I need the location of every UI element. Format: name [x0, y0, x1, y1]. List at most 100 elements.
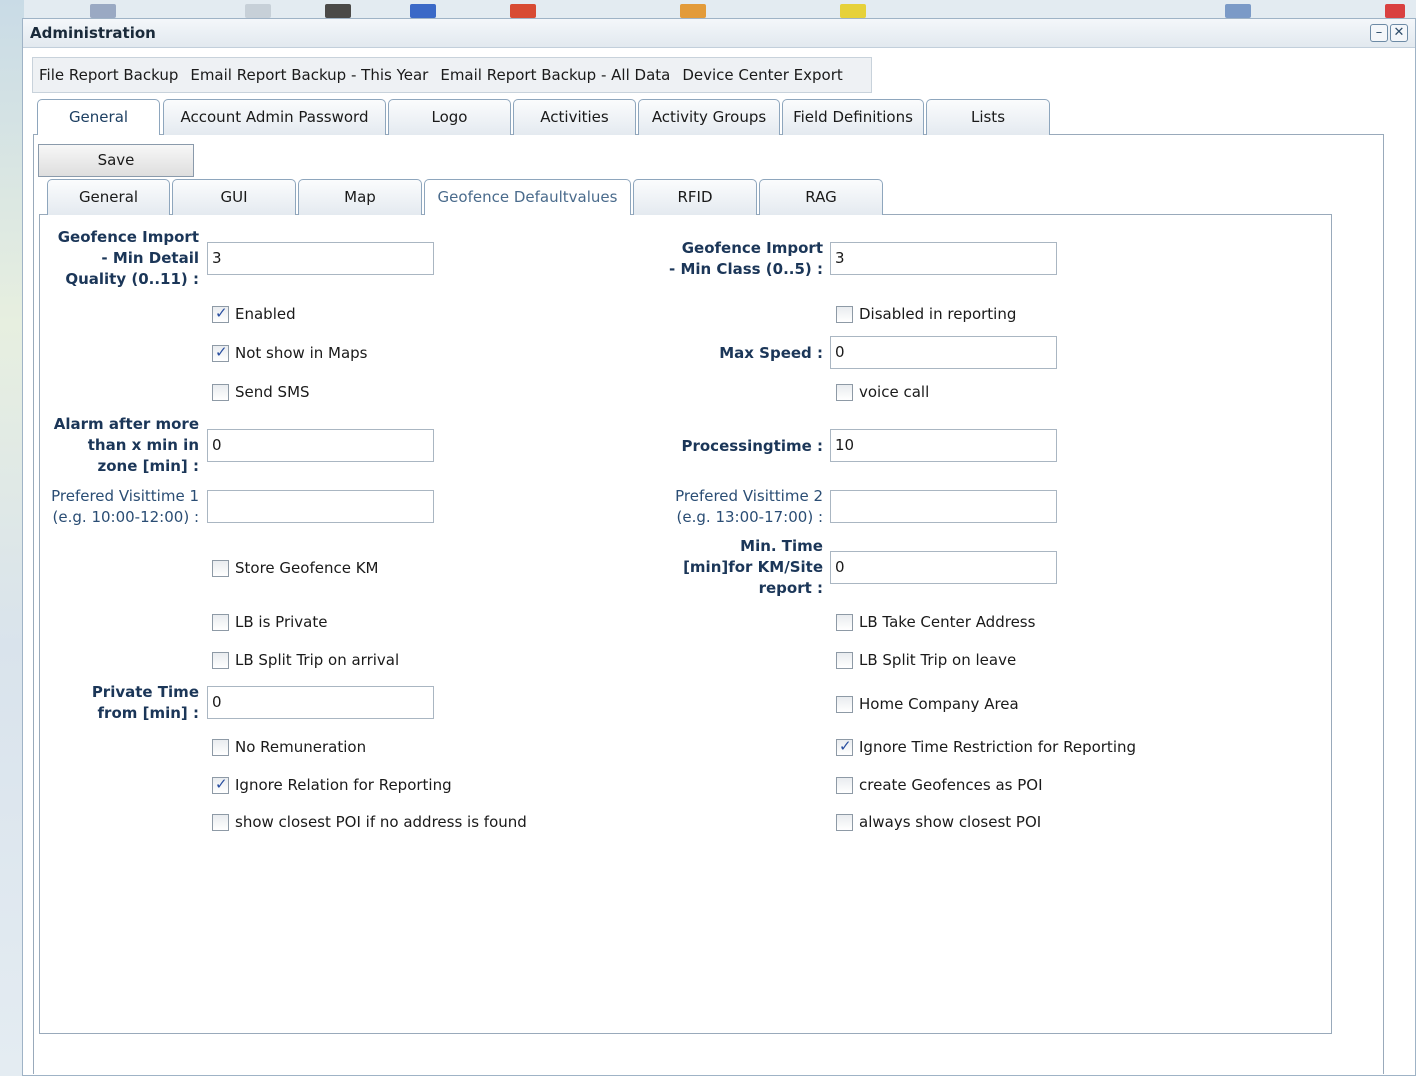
subtab-rag[interactable]: RAG	[759, 179, 883, 215]
administration-window: Administration – ✕ File Report Backup Em…	[22, 18, 1416, 1076]
send-sms-checkbox[interactable]: Send SMS	[212, 382, 310, 402]
desktop-icon	[410, 4, 436, 18]
lb-is-private-label: LB is Private	[235, 613, 328, 631]
send-sms-label: Send SMS	[235, 383, 310, 401]
min-class-label: Geofence Import - Min Class (0..5) :	[643, 238, 823, 280]
toolbar: File Report Backup Email Report Backup -…	[32, 57, 872, 93]
processingtime-input[interactable]: 10	[830, 429, 1057, 462]
enabled-checkbox[interactable]: Enabled	[212, 304, 296, 324]
lb-take-center-checkbox[interactable]: LB Take Center Address	[836, 612, 1035, 632]
visittime-1-input[interactable]	[207, 490, 434, 523]
no-remuneration-checkbox[interactable]: No Remuneration	[212, 737, 366, 757]
checkbox-icon[interactable]	[836, 383, 853, 401]
lb-split-leave-checkbox[interactable]: LB Split Trip on leave	[836, 650, 1016, 670]
min-detail-quality-input[interactable]: 3	[207, 242, 434, 275]
checkbox-icon[interactable]	[836, 695, 853, 713]
desktop-icon	[1385, 4, 1405, 18]
private-time-input[interactable]: 0	[207, 686, 434, 719]
checkbox-icon[interactable]	[212, 304, 229, 323]
store-geofence-km-label: Store Geofence KM	[235, 559, 379, 577]
tab-lists[interactable]: Lists	[926, 99, 1050, 135]
label-line: Geofence Import	[57, 228, 199, 246]
minimize-icon[interactable]: –	[1370, 24, 1388, 42]
ignore-time-restriction-checkbox[interactable]: Ignore Time Restriction for Reporting	[836, 737, 1136, 757]
alarm-after-input[interactable]: 0	[207, 429, 434, 462]
visittime-1-label: Prefered Visittime 1 (e.g. 10:00-12:00) …	[43, 486, 199, 528]
always-show-closest-poi-label: always show closest POI	[859, 813, 1042, 831]
checkbox-icon[interactable]	[212, 559, 229, 577]
home-company-area-label: Home Company Area	[859, 695, 1019, 713]
lb-split-arrival-checkbox[interactable]: LB Split Trip on arrival	[212, 650, 399, 670]
checkbox-icon[interactable]	[836, 305, 853, 323]
checkbox-icon[interactable]	[212, 738, 229, 756]
create-geofences-poi-checkbox[interactable]: create Geofences as POI	[836, 775, 1043, 795]
subtab-gui[interactable]: GUI	[172, 179, 296, 215]
device-center-export-button[interactable]: Device Center Export	[676, 66, 848, 84]
subtab-geofence-defaultvalues[interactable]: Geofence Defaultvalues	[424, 179, 631, 215]
label-line: Prefered Visittime 2	[675, 487, 823, 505]
lb-is-private-checkbox[interactable]: LB is Private	[212, 612, 327, 632]
visittime-2-label: Prefered Visittime 2 (e.g. 13:00-17:00) …	[643, 486, 823, 528]
checkbox-icon[interactable]	[836, 737, 853, 756]
create-geofences-poi-label: create Geofences as POI	[859, 776, 1043, 794]
tab-general[interactable]: General	[37, 99, 160, 135]
not-show-in-maps-checkbox[interactable]: Not show in Maps	[212, 343, 368, 363]
checkbox-icon[interactable]	[836, 613, 853, 631]
processingtime-label: Processingtime :	[643, 436, 823, 457]
desktop-icon	[325, 4, 351, 18]
label-line: [min]for KM/Site	[683, 558, 823, 576]
tab-logo[interactable]: Logo	[388, 99, 511, 135]
label-line: Quality (0..11) :	[65, 270, 199, 288]
close-icon[interactable]: ✕	[1390, 24, 1408, 42]
tab-account-admin-password[interactable]: Account Admin Password	[163, 99, 386, 135]
subtab-general[interactable]: General	[47, 179, 170, 215]
checkbox-icon[interactable]	[212, 383, 229, 401]
label-line: (e.g. 10:00-12:00) :	[52, 508, 199, 526]
desktop-icon	[510, 4, 536, 18]
tab-field-definitions[interactable]: Field Definitions	[782, 99, 924, 135]
min-time-input[interactable]: 0	[830, 551, 1057, 584]
min-class-input[interactable]: 3	[830, 242, 1057, 275]
ignore-relation-checkbox[interactable]: Ignore Relation for Reporting	[212, 775, 452, 795]
checkbox-icon[interactable]	[212, 775, 229, 794]
checkbox-icon[interactable]	[212, 613, 229, 631]
label-line: Private Time	[91, 683, 199, 701]
label-line: (e.g. 13:00-17:00) :	[676, 508, 823, 526]
home-company-area-checkbox[interactable]: Home Company Area	[836, 694, 1019, 714]
visittime-2-input[interactable]	[830, 490, 1057, 523]
checkbox-icon[interactable]	[212, 813, 229, 831]
checkbox-icon[interactable]	[836, 651, 853, 669]
checkbox-icon[interactable]	[836, 813, 853, 831]
always-show-closest-poi-checkbox[interactable]: always show closest POI	[836, 812, 1041, 832]
label-line: Geofence Import	[681, 239, 823, 257]
disabled-in-reporting-checkbox[interactable]: Disabled in reporting	[836, 304, 1016, 324]
save-button[interactable]: Save	[38, 144, 194, 177]
min-time-label: Min. Time [min]for KM/Site report :	[643, 536, 823, 599]
subtab-rfid[interactable]: RFID	[633, 179, 757, 215]
disabled-in-reporting-label: Disabled in reporting	[859, 305, 1017, 323]
window-title: Administration	[30, 24, 156, 42]
store-geofence-km-checkbox[interactable]: Store Geofence KM	[212, 558, 378, 578]
checkbox-icon[interactable]	[212, 343, 229, 362]
tab-activities[interactable]: Activities	[513, 99, 636, 135]
file-report-backup-button[interactable]: File Report Backup	[33, 66, 184, 84]
label-line: Processingtime :	[681, 437, 823, 455]
ignore-time-restriction-label: Ignore Time Restriction for Reporting	[859, 738, 1137, 756]
voice-call-checkbox[interactable]: voice call	[836, 382, 929, 402]
alarm-after-label: Alarm after more than x min in zone [min…	[43, 414, 199, 477]
desktop-icon	[245, 4, 271, 18]
not-show-in-maps-label: Not show in Maps	[235, 344, 368, 362]
tab-activity-groups[interactable]: Activity Groups	[638, 99, 780, 135]
show-closest-poi-checkbox[interactable]: show closest POI if no address is found	[212, 812, 527, 832]
max-speed-input[interactable]: 0	[830, 336, 1057, 369]
email-report-backup-year-button[interactable]: Email Report Backup - This Year	[184, 66, 434, 84]
title-bar: Administration – ✕	[23, 19, 1415, 48]
checkbox-icon[interactable]	[212, 651, 229, 669]
label-line: Alarm after more	[53, 415, 199, 433]
label-line: zone [min] :	[97, 457, 200, 475]
email-report-backup-all-button[interactable]: Email Report Backup - All Data	[434, 66, 676, 84]
voice-call-label: voice call	[859, 383, 930, 401]
checkbox-icon[interactable]	[836, 776, 853, 794]
label-line: - Min Detail	[101, 249, 199, 267]
subtab-map[interactable]: Map	[298, 179, 422, 215]
